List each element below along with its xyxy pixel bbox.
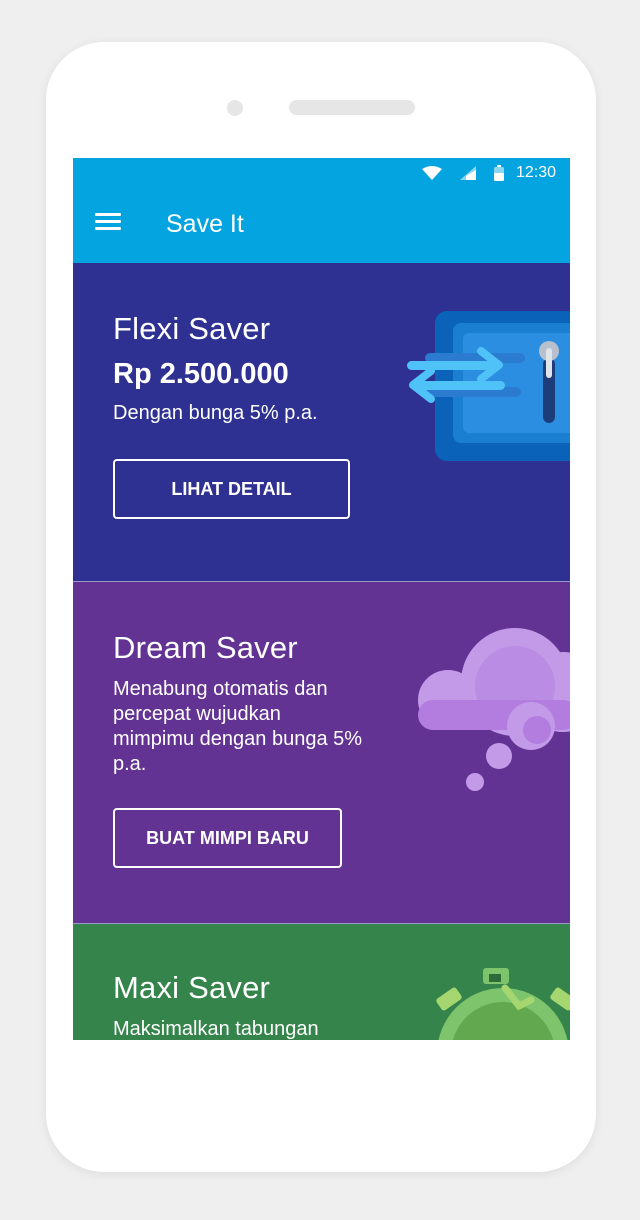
hamburger-menu-icon[interactable] — [95, 213, 121, 235]
maxi-saver-card: Maxi Saver Maksimalkan tabungan — [73, 924, 570, 1040]
status-icons: 12:30 — [421, 163, 556, 183]
card-description: Maksimalkan tabungan — [113, 1018, 319, 1040]
dream-saver-card: Dream Saver Menabung otomatis dan percep… — [73, 582, 570, 923]
create-dream-button[interactable]: BUAT MIMPI BARU — [113, 808, 342, 868]
app-screen: 12:30 Save It Flexi Saver Rp 2.500.000 D… — [73, 158, 570, 1040]
card-title: Maxi Saver — [113, 970, 271, 1005]
battery-icon — [493, 165, 504, 181]
card-description: Menabung otomatis dan percepat wujudkan … — [113, 677, 362, 777]
app-bar: Save It — [73, 188, 570, 263]
front-camera — [227, 100, 243, 116]
card-description-line: Menabung otomatis dan — [113, 678, 328, 700]
card-description-line: mimpimu dengan bunga 5% — [113, 728, 363, 750]
view-detail-button[interactable]: LIHAT DETAIL — [113, 459, 350, 519]
card-title: Dream Saver — [113, 630, 298, 665]
cloud-icon — [418, 628, 570, 791]
stopwatch-icon — [436, 968, 570, 1040]
signal-icon — [459, 166, 476, 180]
card-description-line: p.a. — [113, 753, 147, 775]
card-title: Flexi Saver — [113, 311, 271, 346]
status-time: 12:30 — [515, 164, 556, 181]
card-amount: Rp 2.500.000 — [113, 358, 289, 390]
flexi-saver-card: Flexi Saver Rp 2.500.000 Dengan bunga 5%… — [73, 263, 570, 581]
card-description: Dengan bunga 5% p.a. — [113, 402, 318, 424]
status-bar: 12:30 — [73, 158, 570, 188]
safe-icon — [407, 311, 570, 461]
earpiece-speaker — [289, 100, 415, 115]
card-description-line: percepat wujudkan — [113, 703, 281, 725]
wifi-icon — [421, 166, 442, 180]
app-title: Save It — [166, 210, 244, 238]
